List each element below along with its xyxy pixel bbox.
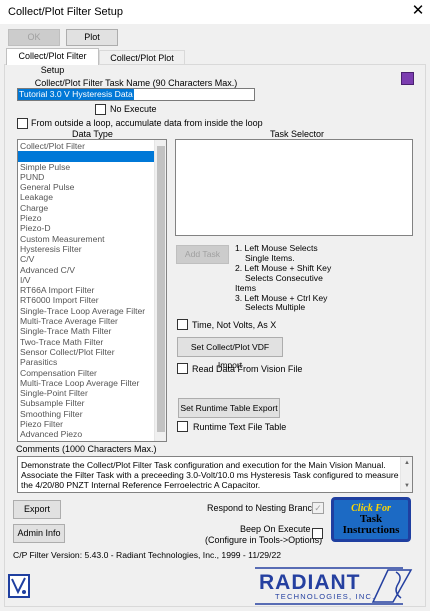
data-type-item[interactable]: Piezo — [18, 213, 154, 223]
data-type-item[interactable]: Piezo Filter — [18, 419, 154, 429]
data-type-item[interactable]: Parasitics — [18, 357, 154, 367]
admin-info-button[interactable]: Admin Info — [13, 524, 65, 543]
beep-config-note: (Configure in Tools->Options) — [205, 535, 323, 545]
task-selector-header: Task Selector — [270, 129, 325, 139]
respond-nesting-checkbox[interactable]: ✓ — [312, 502, 324, 514]
time-not-volts-checkbox[interactable] — [177, 319, 188, 330]
comments-label: Comments (1000 Characters Max.) — [16, 444, 157, 454]
data-type-item[interactable]: Piezo-D — [18, 223, 154, 233]
comments-text: Demonstrate the Collect/Plot Filter Task… — [21, 460, 399, 490]
data-type-header: Data Type — [72, 129, 113, 139]
comments-scrollbar[interactable]: ▲ ▼ — [400, 457, 412, 492]
tab-filter-setup[interactable]: Collect/Plot Filter Setup — [6, 48, 99, 75]
no-execute-checkbox[interactable] — [95, 104, 106, 115]
data-type-item[interactable]: Two-Trace Math Filter — [18, 337, 154, 347]
data-type-item[interactable]: Hysteresis Filter — [18, 244, 154, 254]
data-type-item[interactable]: RT66A Import Filter — [18, 285, 154, 295]
data-type-item[interactable]: Single-Trace Loop Average Filter — [18, 306, 154, 316]
scroll-up-icon[interactable]: ▲ — [404, 460, 410, 466]
data-type-item[interactable]: Advanced C/V — [18, 265, 154, 275]
tab-plot-setup[interactable]: Collect/Plot Plot Setup — [99, 50, 185, 77]
data-type-item[interactable]: Multi-Trace Loop Average Filter — [18, 378, 154, 388]
runtime-text-file-checkbox[interactable] — [177, 421, 188, 432]
vision-app-icon — [8, 574, 30, 598]
scrollbar-thumb[interactable] — [157, 146, 165, 432]
data-type-item[interactable]: Sensor Collect/Plot Filter — [18, 347, 154, 357]
data-type-item[interactable]: Single-Point Filter — [18, 388, 154, 398]
set-vdf-import-button[interactable]: Set Collect/Plot VDF Import — [177, 337, 283, 370]
task-instructions-text: Task Instructions — [342, 513, 400, 536]
logo-subtitle: TECHNOLOGIES, INC. — [275, 592, 376, 601]
loop-accumulate-label: From outside a loop, accumulate data fro… — [31, 118, 263, 128]
close-icon[interactable]: ✕ — [408, 1, 428, 21]
color-picker-icon[interactable] — [401, 72, 414, 85]
data-type-item[interactable]: Subsample Filter — [18, 398, 154, 408]
window-title: Collect/Plot Filter Setup — [8, 6, 123, 18]
beep-label: Beep On Execute — [240, 524, 311, 534]
data-type-list[interactable]: Collect/Plot Filter Simple Pulse PUND Gener… — [17, 139, 167, 442]
data-type-item[interactable]: Simple Pulse — [18, 162, 154, 172]
no-execute-label: No Execute — [110, 104, 157, 114]
data-type-item[interactable]: Advanced Piezo — [18, 429, 154, 439]
data-type-item[interactable] — [18, 151, 154, 162]
data-type-item[interactable]: Collect/Plot Filter — [18, 141, 154, 151]
read-vision-file-label: Read Data From Vision File — [192, 364, 303, 374]
data-type-item[interactable]: Custom Measurement — [18, 234, 154, 244]
data-type-item[interactable]: C/V — [18, 254, 154, 264]
radiant-logo: RADIANT TECHNOLOGIES, INC. — [253, 566, 413, 606]
comments-field[interactable]: Demonstrate the Collect/Plot Filter Task… — [17, 456, 413, 493]
task-name-value: Tutorial 3.0 V Hysteresis Data — [18, 89, 134, 100]
selection-instructions: 1. Left Mouse Selects Single Items. 2. L… — [235, 243, 415, 313]
data-type-item[interactable]: General Pulse — [18, 182, 154, 192]
scroll-down-icon[interactable]: ▼ — [404, 483, 410, 489]
time-not-volts-label: Time, Not Volts, As X — [192, 320, 277, 330]
data-type-item[interactable]: Compensation Filter — [18, 368, 154, 378]
add-task-button[interactable]: Add Task — [176, 245, 229, 264]
read-vision-file-checkbox[interactable] — [177, 363, 188, 374]
runtime-text-file-label: Runtime Text File Table — [193, 422, 287, 432]
beep-checkbox[interactable] — [312, 528, 323, 539]
ok-button[interactable]: OK — [8, 29, 60, 46]
task-name-field[interactable]: Tutorial 3.0 V Hysteresis Data — [17, 88, 255, 101]
instruction-line: Selects Consecutive — [245, 272, 323, 283]
plot-button[interactable]: Plot — [66, 29, 118, 46]
title-bar: Collect/Plot Filter Setup ✕ — [0, 0, 430, 24]
data-type-item[interactable]: Smoothing Filter — [18, 409, 154, 419]
set-runtime-export-button[interactable]: Set Runtime Table Export — [178, 398, 280, 418]
vision-logo-icon — [11, 577, 26, 595]
data-type-item[interactable]: Single-Trace Math Filter — [18, 326, 154, 336]
task-selector-list[interactable] — [175, 139, 413, 236]
data-type-scrollbar[interactable] — [154, 140, 166, 441]
export-button[interactable]: Export — [13, 500, 61, 519]
data-type-item[interactable]: Leakage — [18, 192, 154, 202]
respond-nesting-label: Respond to Nesting Branch — [207, 503, 318, 513]
data-type-item[interactable]: PUND — [18, 172, 154, 182]
task-instructions-button[interactable]: Click For Task Instructions — [331, 497, 411, 542]
loop-accumulate-checkbox[interactable] — [17, 118, 28, 129]
instruction-line: Selects Multiple — [245, 302, 306, 313]
data-type-item[interactable]: Multi-Trace Average Filter — [18, 316, 154, 326]
task-name-label: Collect/Plot Filter Task Name (90 Charac… — [34, 78, 238, 88]
data-type-item[interactable]: RT6000 Import Filter — [18, 295, 154, 305]
version-text: C/P Filter Version: 5.43.0 - Radiant Tec… — [13, 550, 281, 560]
data-type-item[interactable]: Charge — [18, 203, 154, 213]
data-type-item[interactable]: I/V — [18, 275, 154, 285]
data-type-item[interactable]: Transistor Current — [18, 440, 154, 441]
